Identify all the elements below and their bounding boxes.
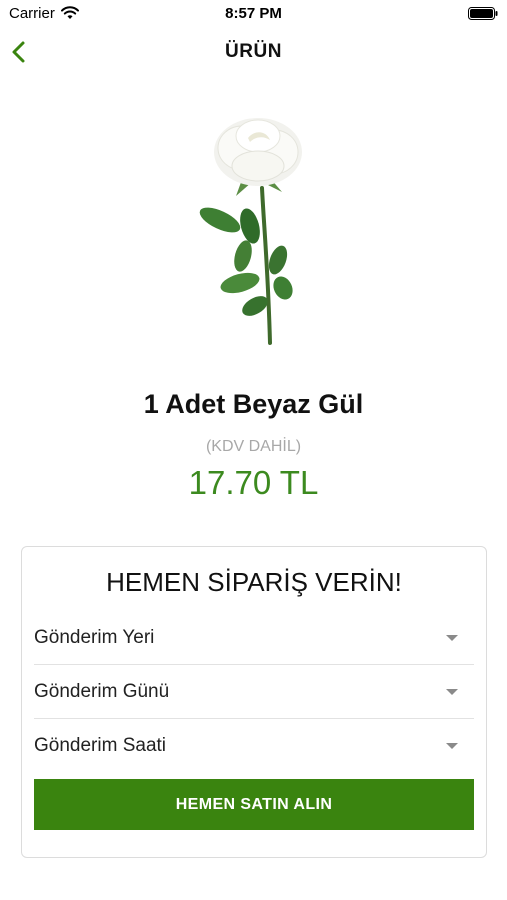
navigation-bar: ÜRÜN (0, 28, 507, 76)
status-bar: Carrier 8:57 PM (0, 0, 507, 28)
delivery-day-select[interactable]: Gönderim Günü (34, 665, 474, 719)
product-price: 17.70 TL (188, 464, 319, 501)
dropdown-caret-icon (446, 635, 458, 641)
page-title: ÜRÜN (225, 41, 282, 62)
delivery-time-select[interactable]: Gönderim Saati (34, 719, 474, 773)
select-label: Gönderim Günü (34, 681, 170, 702)
tax-note: (KDV DAHİL) (205, 438, 302, 455)
buy-now-button[interactable]: HEMEN SATIN ALIN (34, 779, 474, 830)
clock: 8:57 PM (225, 5, 282, 22)
dropdown-caret-icon (446, 743, 458, 749)
delivery-place-select[interactable]: Gönderim Yeri (34, 611, 474, 665)
select-label: Gönderim Saati (34, 735, 167, 756)
dropdown-caret-icon (446, 689, 458, 695)
select-label: Gönderim Yeri (34, 627, 155, 648)
battery-icon (468, 7, 498, 20)
order-title: HEMEN SİPARİŞ VERİN! (106, 567, 402, 597)
product-image-white-rose (199, 118, 302, 345)
product-name: 1 Adet Beyaz Gül (143, 389, 364, 419)
order-card: HEMEN SİPARİŞ VERİN! Gönderim Yeri Gönde… (21, 546, 487, 858)
